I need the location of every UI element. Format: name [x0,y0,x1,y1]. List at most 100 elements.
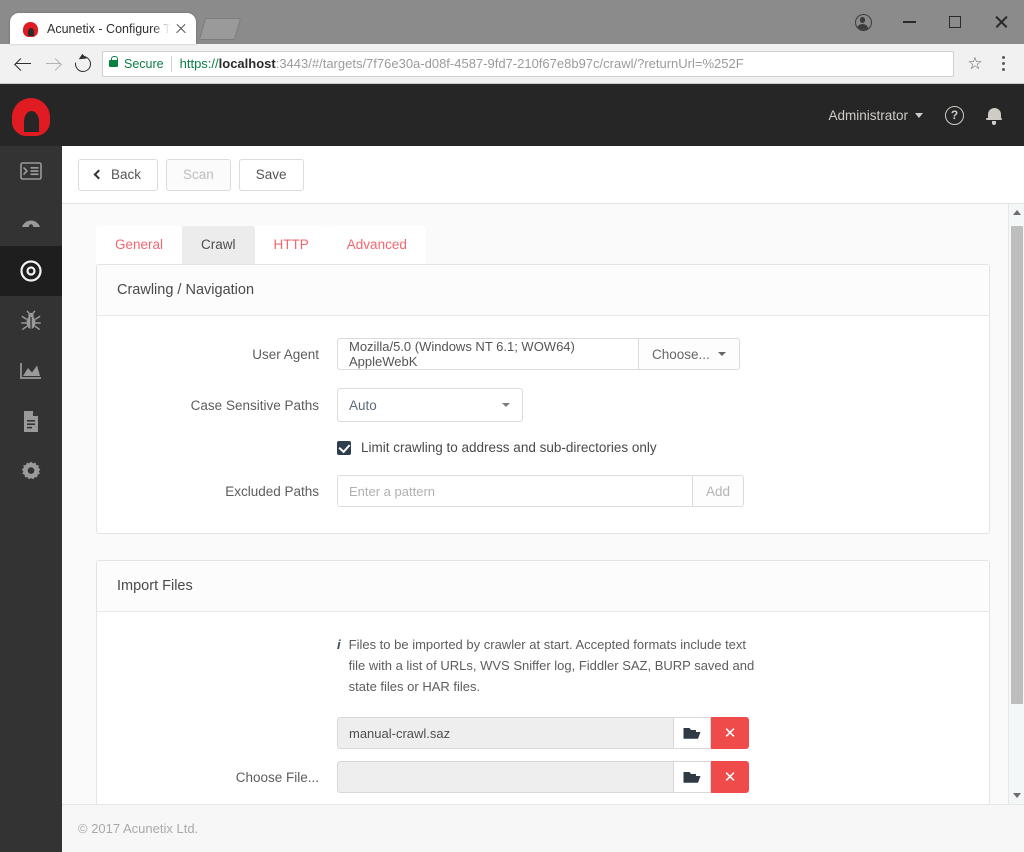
user-menu[interactable]: Administrator [828,108,923,123]
delete-file-button[interactable]: ✕ [711,761,749,793]
scroll-down-button[interactable] [1009,787,1024,804]
address-bar-url: https://localhost:3443/#/targets/7f76e30… [179,56,744,71]
help-icon[interactable]: ? [945,105,964,125]
tab-crawl[interactable]: Crawl [182,226,255,264]
sidebar-item-dashboard-list[interactable] [0,146,62,196]
sidebar-item-scans[interactable] [0,196,62,246]
sidebar-item-reports-chart[interactable] [0,346,62,396]
excluded-paths-label: Excluded Paths [225,483,319,499]
sidebar-item-vulnerabilities[interactable] [0,296,62,346]
settings-scroll-area: General Crawl HTTP Advanced Crawling / N… [62,204,1024,852]
window-controls [840,0,1024,44]
excluded-paths-add-button[interactable]: Add [693,475,745,507]
save-button[interactable]: Save [238,158,304,191]
header-actions: Administrator ? [828,105,1024,125]
back-button[interactable]: Back [78,158,159,191]
notifications-bell-icon[interactable] [986,107,1002,125]
minimize-icon [902,21,916,23]
acunetix-logo-icon[interactable] [0,84,62,146]
chevron-down-icon [502,403,510,407]
address-bar[interactable]: Secure https://localhost:3443/#/targets/… [102,50,954,77]
import-file-control: ✕ [337,761,749,793]
browser-window: Acunetix - Configure Targ [0,0,1024,852]
app-header: Administrator ? [0,84,1024,146]
tab-general[interactable]: General [96,226,183,264]
info-icon: i [337,637,341,652]
reload-icon [71,52,95,75]
import-file-row: manual-crawl.saz ✕ [117,717,969,749]
panel-title: Import Files [97,561,989,612]
browser-toolbar: Secure https://localhost:3443/#/targets/… [0,44,1024,84]
action-toolbar: Back Scan Save [62,146,1024,204]
app-footer: © 2017 Acunetix Ltd. [62,804,1024,852]
case-sensitive-select[interactable]: Auto [337,388,523,422]
new-tab-button[interactable] [198,18,242,40]
import-files-panel: Import Files i Files to be imported by c… [96,560,990,820]
chevron-down-icon [717,352,726,356]
browser-titlebar: Acunetix - Configure Targ [0,0,1024,44]
target-icon [20,260,42,282]
lock-icon [109,55,119,67]
limit-crawling-row[interactable]: Limit crawling to address and sub-direct… [337,440,969,455]
list-panel-icon [20,162,42,180]
browser-tab[interactable]: Acunetix - Configure Targ [10,13,196,44]
excluded-paths-control: Enter a pattern Add [337,475,745,507]
user-agent-input[interactable]: Mozilla/5.0 (Windows NT 6.1; WOW64) Appl… [337,338,639,370]
maximize-icon [949,16,961,28]
security-label: Secure [124,56,164,71]
scan-button[interactable]: Scan [166,158,231,191]
document-icon [24,410,38,432]
panel-body: i Files to be imported by crawler at sta… [97,612,989,819]
delete-file-button[interactable]: ✕ [711,717,749,749]
scrollbar-thumb[interactable] [1011,226,1023,704]
user-agent-label: User Agent [252,346,319,362]
choose-file-label: Choose File... [235,769,319,785]
forward-button[interactable] [38,49,68,79]
folder-open-icon [683,728,701,739]
scroll-up-button[interactable] [1009,204,1024,221]
minimize-button[interactable] [886,6,932,38]
limit-crawling-label: Limit crawling to address and sub-direct… [361,440,657,455]
app-body: Back Scan Save General Crawl HTTP Advanc… [0,146,1024,852]
tab-http[interactable]: HTTP [254,226,328,264]
close-window-button[interactable] [978,6,1024,38]
sidebar-item-targets[interactable] [0,246,62,296]
browser-tab-title: Acunetix - Configure Targ [47,21,170,36]
bug-icon [21,310,41,330]
maximize-button[interactable] [932,6,978,38]
area-chart-icon [20,363,41,379]
triangle-down-icon [1013,793,1021,798]
bookmark-star-icon[interactable]: ☆ [960,49,990,79]
import-file-row: Choose File... ✕ [117,761,969,793]
tab-advanced[interactable]: Advanced [327,226,426,264]
reload-button[interactable] [68,49,98,79]
user-agent-choose-button[interactable]: Choose... [639,338,740,370]
sidebar [0,146,62,852]
import-info-text: Files to be imported by crawler at start… [348,637,755,694]
excluded-paths-input[interactable]: Enter a pattern [337,475,693,507]
panel-body: User Agent Mozilla/5.0 (Windows NT 6.1; … [97,316,989,533]
gear-icon [21,461,41,480]
limit-crawling-checkbox[interactable] [337,440,351,455]
import-file-input[interactable] [337,761,673,793]
choose-label: Choose... [652,346,710,362]
sidebar-item-settings[interactable] [0,446,62,496]
divider [170,55,172,72]
arrow-right-icon [45,56,61,71]
kebab-menu-icon[interactable] [990,49,1016,79]
browse-file-button[interactable] [673,717,711,749]
triangle-up-icon [1013,210,1021,215]
acunetix-app: Administrator ? Back Scan Save General C… [0,84,1024,852]
import-info: i Files to be imported by crawler at sta… [337,634,757,697]
import-file-control: manual-crawl.saz ✕ [337,717,749,749]
vertical-scrollbar[interactable] [1008,204,1024,804]
close-tab-icon[interactable] [172,20,190,38]
arrow-left-icon [15,56,31,71]
import-file-input[interactable]: manual-crawl.saz [337,717,673,749]
back-button[interactable] [8,49,38,79]
copyright-text: © 2017 Acunetix Ltd. [78,821,199,836]
acunetix-logo-icon [22,20,39,37]
browse-file-button[interactable] [673,761,711,793]
profile-button[interactable] [840,6,886,38]
sidebar-item-reports[interactable] [0,396,62,446]
